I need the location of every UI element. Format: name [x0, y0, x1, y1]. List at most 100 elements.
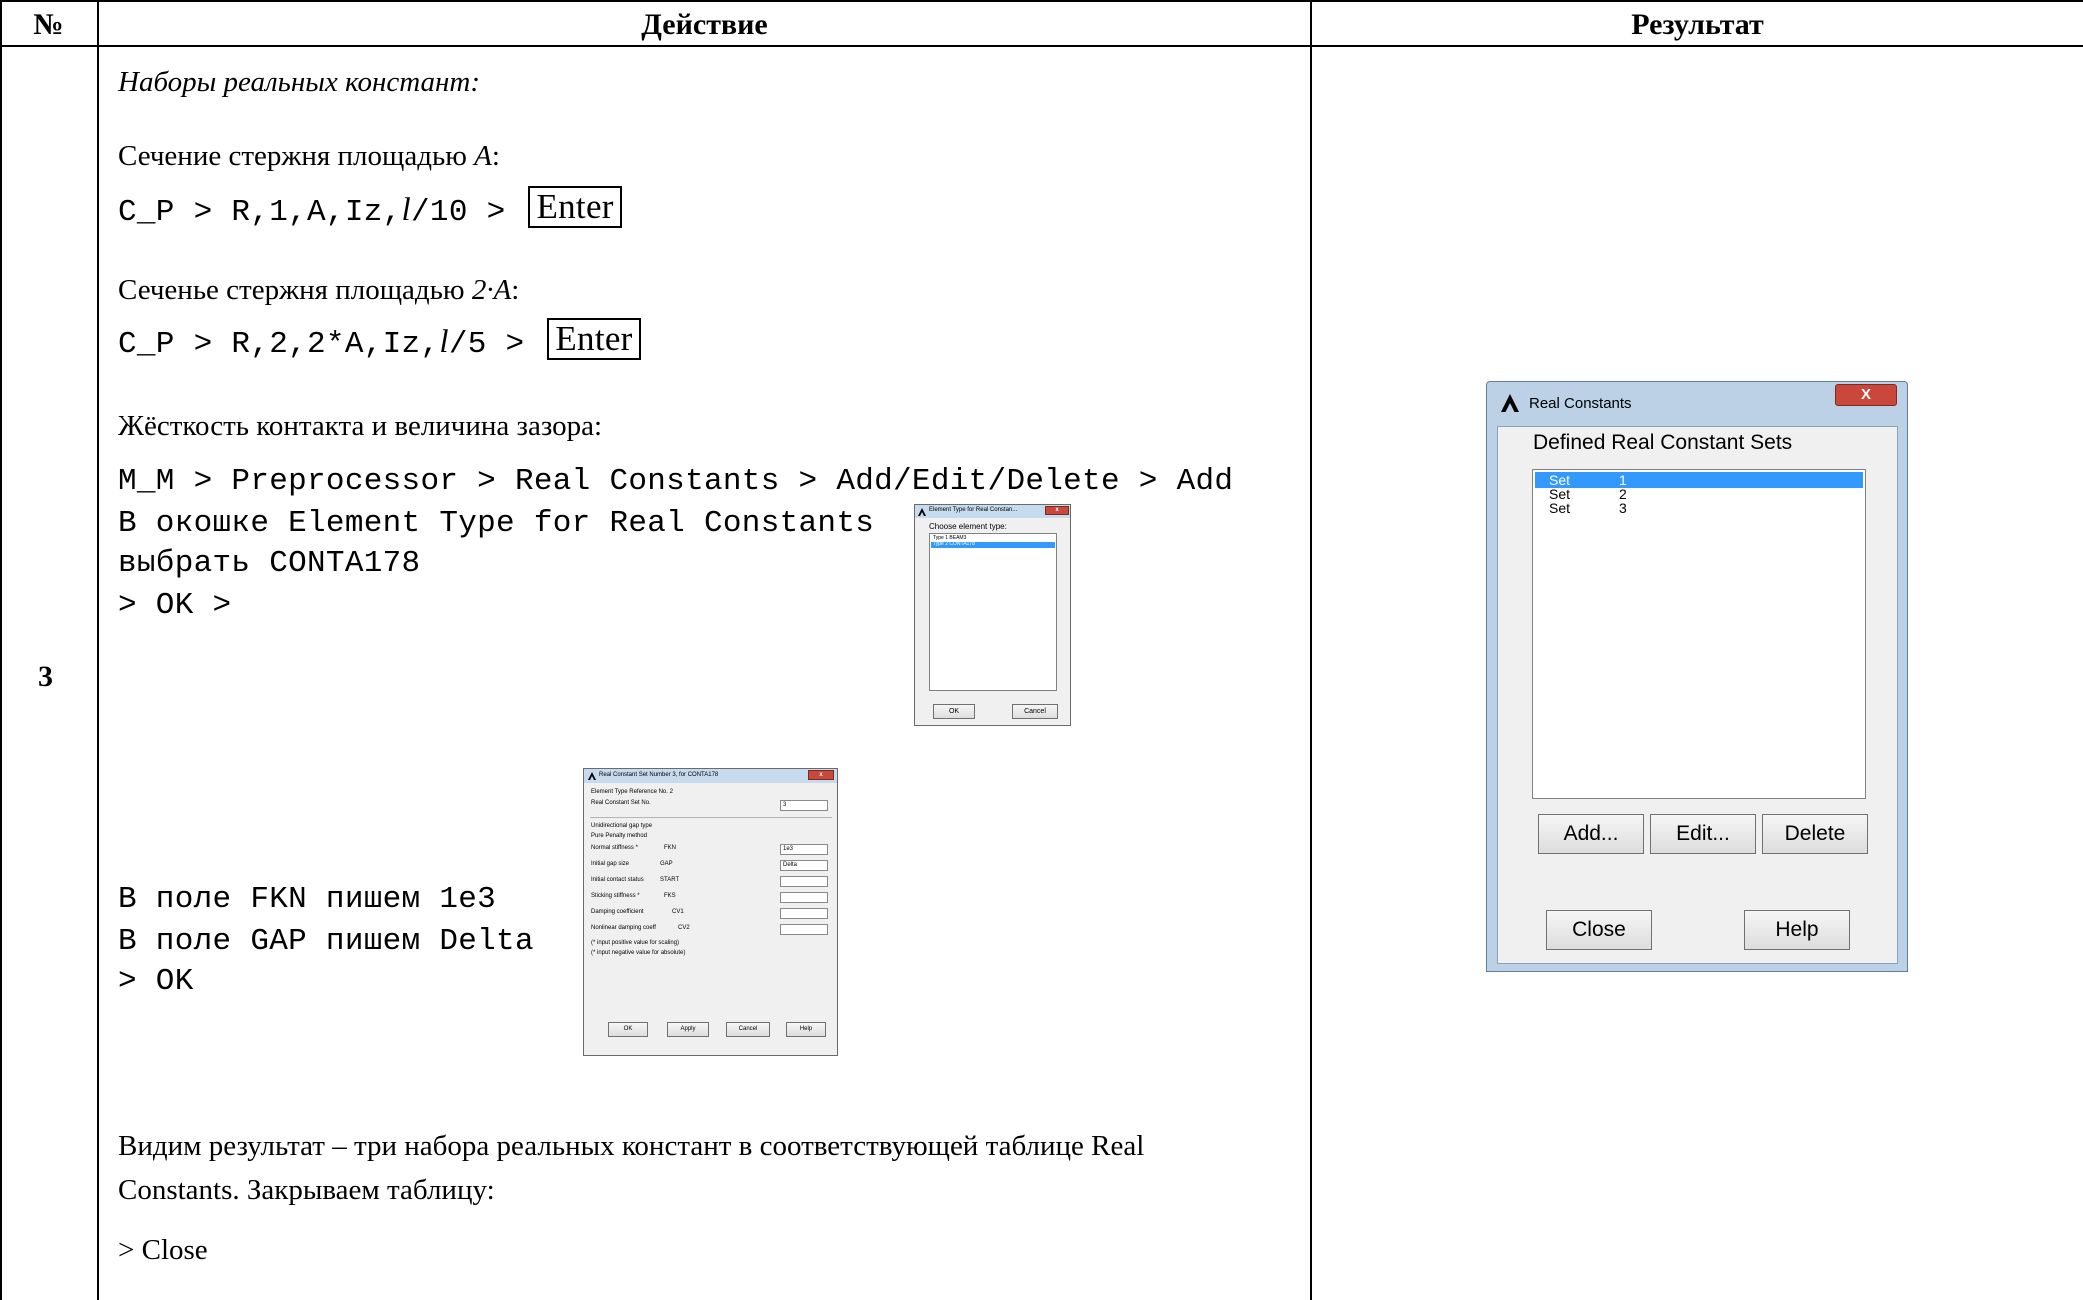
num-column-divider [97, 0, 99, 1300]
delete-button[interactable]: Delete [1762, 814, 1868, 854]
element-type-close-icon[interactable]: x [1045, 506, 1069, 515]
enter-key-2: Enter [547, 318, 641, 360]
element-type-list[interactable]: Type 1 BEAM3 Type 2 CONTA178 [929, 533, 1057, 691]
section-heading: Наборы реальных констант: [118, 66, 481, 98]
real-set-cancel-button[interactable]: Cancel [726, 1022, 770, 1037]
gap-value: Delta [783, 862, 798, 868]
section2-label: Сеченье стержня площадью 2·A: [118, 274, 519, 307]
contact-label: Жёсткость контакта и величина зазора: [118, 410, 603, 442]
real-set-note-1: (* input positive value for scaling) [591, 940, 680, 946]
result-text-line2: Constants. Закрываем таблицу: [118, 1174, 495, 1206]
command1-ell: l [401, 192, 412, 228]
row-number: 3 [38, 660, 53, 693]
command1-post: /10 > [411, 195, 525, 230]
table-top-border [0, 0, 2083, 2]
command2-pre: C_P > R,2,2*A,Iz, [118, 327, 440, 362]
fkn-label: Normal stiffness * [591, 845, 638, 851]
element-type-dialog: Element Type for Real Constan... x Choos… [914, 504, 1071, 726]
cv1-label: Damping coefficient [591, 909, 644, 915]
real-set-no-field[interactable]: 3 [780, 800, 828, 811]
result-text-line1: Видим результат – три набора реальных ко… [118, 1130, 1145, 1162]
cv1-code: CV1 [672, 909, 684, 915]
real-set-apply-button[interactable]: Apply [667, 1022, 709, 1037]
section2-label-colon: : [511, 274, 520, 306]
real-set-gap-type: Unidirectional gap type [591, 823, 653, 829]
step1-line2: выбрать CONTA178 [118, 546, 421, 581]
element-type-row-2[interactable]: Type 2 CONTA178 [933, 541, 975, 547]
real-constants-title: Real Constants [1529, 395, 1632, 412]
command1: C_P > R,1,A,Iz,l/10 > Enter [118, 186, 622, 230]
step2-line3: > OK [118, 964, 194, 999]
real-set-titlebar: Real Constant Set Number 3, for CONTA178… [584, 769, 837, 783]
command1-pre: C_P > R,1,A,Iz, [118, 195, 402, 230]
enter-key-1: Enter [528, 186, 622, 228]
element-type-title: Element Type for Real Constan... [929, 507, 1018, 513]
real-set-element-type-ref: Element Type Reference No. 2 [591, 789, 673, 795]
real-constants-client-area: Defined Real Constant Sets Set 1 Set 2 S… [1497, 426, 1898, 964]
cv2-field[interactable] [780, 924, 828, 935]
real-set-close-icon[interactable]: x [808, 770, 834, 780]
element-type-titlebar: Element Type for Real Constan... x [915, 505, 1070, 518]
step1-line1: В окошке Element Type for Real Constants [118, 506, 875, 541]
header-number: № [33, 8, 64, 41]
element-type-cancel-button[interactable]: Cancel [1012, 704, 1058, 719]
section1-label-colon: : [491, 140, 500, 172]
command2-post: /5 > [448, 327, 544, 362]
command2-ell: l [439, 324, 449, 360]
ansys-logo-icon [1501, 394, 1519, 412]
real-set-separator [590, 817, 832, 818]
section1-label: Сечение стержня площадью A: [118, 140, 500, 173]
real-constants-dialog: Real Constants X Defined Real Constant S… [1486, 381, 1908, 972]
gap-field[interactable]: Delta [780, 860, 828, 871]
real-set-method: Pure Penalty method [591, 833, 648, 839]
section1-label-var: A [474, 140, 492, 172]
element-type-ok-button[interactable]: OK [933, 704, 975, 719]
fkn-field[interactable]: 1e3 [780, 844, 828, 855]
section2-label-var: 2·A [471, 274, 512, 306]
edit-button[interactable]: Edit... [1650, 814, 1756, 854]
start-code: START [660, 877, 680, 883]
fkn-code: FKN [664, 845, 676, 851]
gap-label: Initial gap size [591, 861, 630, 867]
step1-line3: > OK > [118, 588, 232, 623]
command2: C_P > R,2,2*A,Iz,l/5 > Enter [118, 318, 641, 362]
close-instruction: > Close [118, 1234, 208, 1266]
start-label: Initial contact status [591, 877, 644, 883]
menu-path: M_M > Preprocessor > Real Constants > Ad… [118, 464, 1234, 499]
real-set-ok-button[interactable]: OK [608, 1022, 648, 1037]
defined-sets-heading: Defined Real Constant Sets [1533, 431, 1793, 454]
header-action: Действие [641, 8, 768, 41]
element-type-prompt: Choose element type: [929, 522, 1007, 531]
cv2-label: Nonlinear damping coeff [591, 925, 656, 931]
section1-label-text: Сечение стержня площадью [118, 140, 475, 172]
add-button[interactable]: Add... [1538, 814, 1644, 854]
real-set-title: Real Constant Set Number 3, for CONTA178 [599, 772, 719, 778]
header-result: Результат [1631, 8, 1764, 41]
real-set-dialog: Real Constant Set Number 3, for CONTA178… [583, 768, 838, 1056]
fkn-value: 1e3 [783, 846, 794, 852]
set-1-highlight[interactable] [1535, 472, 1863, 488]
close-button[interactable]: Close [1546, 910, 1652, 950]
gap-code: GAP [660, 861, 673, 867]
real-constant-sets-list[interactable]: Set 1 Set 2 Set 3 [1532, 469, 1866, 799]
fks-field[interactable] [780, 892, 828, 903]
help-button[interactable]: Help [1744, 910, 1850, 950]
set-3-label[interactable]: Set [1549, 500, 1570, 516]
ansys-logo-icon [918, 508, 926, 516]
set-3-num[interactable]: 3 [1619, 500, 1627, 516]
section2-label-text: Сеченье стержня площадью [118, 274, 472, 306]
real-set-note-2: (* input negative value for absolute) [591, 950, 686, 956]
cv1-field[interactable] [780, 908, 828, 919]
real-set-no-label: Real Constant Set No. [591, 800, 651, 806]
action-column-divider [1310, 0, 1312, 1300]
real-set-no-value: 3 [783, 802, 787, 808]
header-bottom-border [0, 45, 2083, 47]
start-field[interactable] [780, 876, 828, 887]
cv2-code: CV2 [678, 925, 690, 931]
real-set-help-button[interactable]: Help [786, 1022, 826, 1037]
fks-label: Sticking stiffness * [591, 893, 640, 899]
real-constants-close-icon[interactable]: X [1835, 384, 1897, 406]
fks-code: FKS [664, 893, 676, 899]
table-left-border [0, 0, 2, 1300]
step2-line1: В поле FKN пишем 1e3 [118, 882, 497, 917]
